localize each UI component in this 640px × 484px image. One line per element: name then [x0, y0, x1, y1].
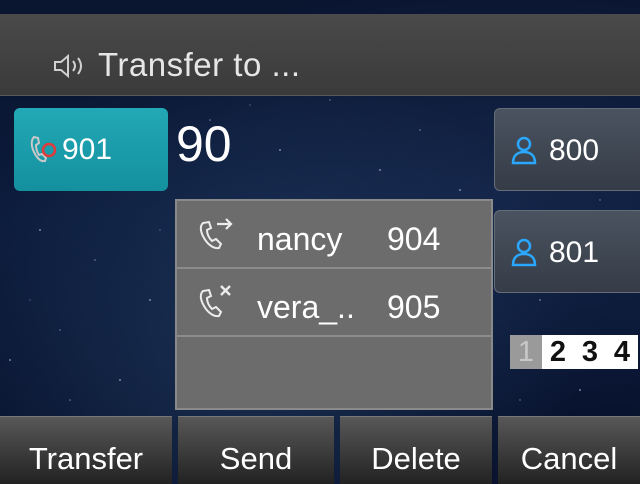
phone-screen: Transfer to ... 901 90 800 801 nancy 904… [0, 0, 640, 484]
missed-call-icon [199, 285, 231, 318]
transfer-button[interactable]: Transfer [0, 416, 172, 484]
send-button[interactable]: Send [178, 416, 334, 484]
page-4[interactable]: 4 [606, 335, 638, 369]
page-1[interactable]: 1 [510, 335, 542, 369]
softkey-bar: Transfer Send Delete Cancel [0, 416, 640, 484]
dial-number-input[interactable]: 90 [176, 112, 232, 182]
suggestion-number: 905 [387, 289, 441, 325]
title-bar: Transfer to ... [0, 14, 640, 96]
suggestion-name: nancy [257, 221, 343, 257]
handset-recording-icon [30, 135, 57, 163]
page-3[interactable]: 3 [574, 335, 606, 369]
speed-key-800[interactable]: 800 [494, 108, 640, 191]
speed-key-label: 800 [549, 134, 600, 167]
line-key-label: 901 [62, 133, 113, 166]
contact-person-icon [511, 238, 537, 267]
speaker-icon [54, 53, 82, 79]
outgoing-call-icon [199, 218, 233, 250]
page-title: Transfer to ... [98, 46, 301, 83]
cancel-button[interactable]: Cancel [498, 416, 640, 484]
suggestion-list: nancy 904 vera_.. 905 [175, 199, 493, 410]
suggestion-number: 904 [387, 221, 441, 257]
suggestion-name: vera_.. [257, 289, 355, 325]
delete-button[interactable]: Delete [340, 416, 492, 484]
suggestion-item-vera[interactable]: vera_.. 905 [177, 269, 491, 337]
suggestion-item-nancy[interactable]: nancy 904 [177, 201, 491, 269]
contact-person-icon [511, 136, 537, 165]
page-indicator: 1 2 3 4 [510, 335, 638, 369]
page-2[interactable]: 2 [542, 335, 574, 369]
speed-key-801[interactable]: 801 [494, 210, 640, 293]
line-key-901[interactable]: 901 [14, 108, 168, 191]
speed-key-label: 801 [549, 236, 600, 269]
